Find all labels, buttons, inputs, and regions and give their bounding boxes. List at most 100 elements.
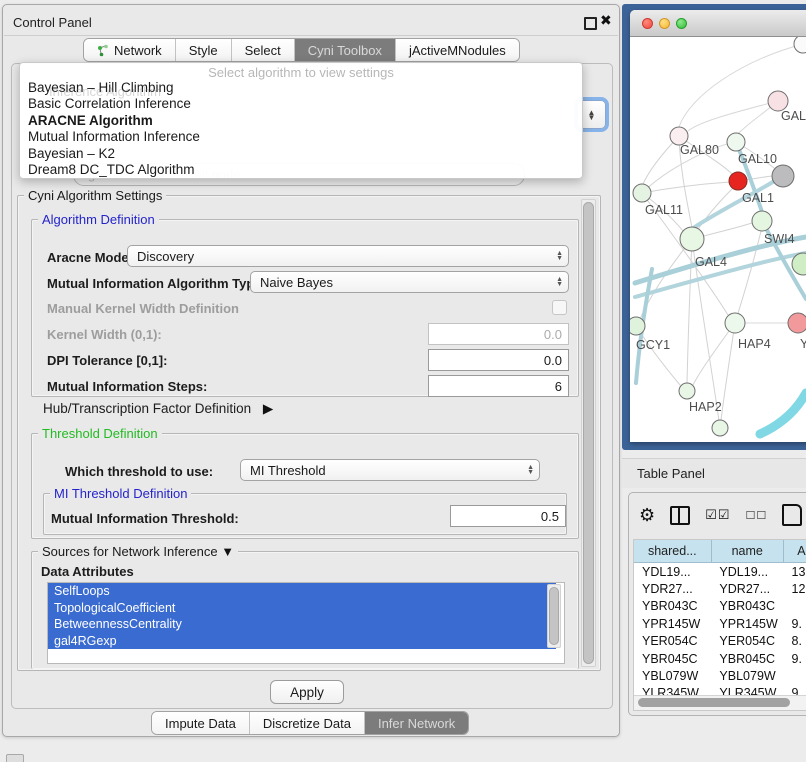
network-node[interactable] — [633, 184, 651, 202]
table-header-row: shared...nameA — [634, 540, 806, 563]
table-row[interactable]: YBR045CYBR045C9. — [634, 650, 806, 667]
tab-label: jActiveMNodules — [409, 43, 506, 58]
tab-label: Select — [245, 43, 281, 58]
bottom-tab-strip: Impute Data Discretize DataInfer Network — [151, 711, 469, 735]
dropdown-item[interactable]: Bayesian – Hill Climbing — [20, 80, 582, 96]
dropdown-item[interactable]: Bayesian – K2 — [20, 146, 582, 162]
table-cell: YDL19... — [711, 563, 783, 580]
hub-section-toggle[interactable]: Hub/Transcription Factor Definition ▶ — [43, 401, 273, 417]
network-node[interactable] — [680, 227, 704, 251]
data-attributes-list[interactable]: SelfLoopsTopologicalCoefficientBetweenne… — [47, 582, 565, 664]
network-node[interactable] — [727, 133, 745, 151]
manual-kernel-checkbox[interactable] — [552, 300, 567, 315]
attribute-item[interactable]: TopologicalCoefficient — [48, 600, 556, 617]
network-node[interactable] — [794, 37, 806, 53]
table-row[interactable]: YDL19...YDL19...13 — [634, 563, 806, 580]
table-cell: YER054C — [711, 633, 783, 650]
tab-style[interactable]: Style — [176, 39, 232, 61]
app-root: Control Panel ✖ Network Style Select Cyni T… — [0, 0, 806, 762]
bottom-tab-impute-data[interactable]: Impute Data — [152, 712, 250, 734]
network-node[interactable] — [725, 313, 745, 333]
tab-network[interactable]: Network — [84, 39, 176, 61]
close-traffic-light-icon[interactable] — [642, 18, 653, 29]
columns-icon[interactable] — [670, 506, 690, 525]
settings-vertical-scrollbar[interactable] — [581, 199, 596, 667]
sources-title[interactable]: Sources for Network Inference ▼ — [38, 544, 238, 559]
kernel-width-label: Kernel Width (0,1): — [47, 327, 162, 342]
dpi-tolerance-field[interactable]: 0.0 — [428, 349, 569, 371]
which-threshold-combo[interactable]: MI Threshold ▲▼ — [240, 459, 540, 481]
table-row[interactable]: YBL079WYBL079W — [634, 667, 806, 684]
close-icon[interactable]: ✖ — [600, 12, 612, 29]
attribute-item[interactable]: gal4RGexp — [48, 633, 556, 650]
dropdown-item[interactable]: Dream8 DC_TDC Algorithm — [20, 162, 582, 178]
table-cell: 9. — [784, 615, 806, 632]
mi-type-label: Mutual Information Algorithm Type: — [47, 276, 266, 291]
network-node[interactable] — [768, 91, 788, 111]
dropdown-item[interactable]: ARACNE Algorithm — [20, 113, 582, 129]
column-header-name[interactable]: name — [712, 540, 784, 562]
new-table-icon[interactable] — [782, 504, 802, 526]
attribute-item[interactable]: SelfLoops — [48, 583, 556, 600]
network-node[interactable] — [729, 172, 747, 190]
table-panel-title: Table Panel — [637, 466, 705, 481]
network-edge — [721, 323, 735, 420]
dropdown-item-list: Bayesian – Hill ClimbingBasic Correlatio… — [20, 80, 582, 178]
tab-label: Style — [189, 43, 218, 58]
bottom-tab-discretize-data[interactable]: Discretize Data — [250, 712, 365, 734]
network-canvas[interactable]: GALGAL80GAL10GAL1GAL11SWI4GAL4GCY1HAP4YH… — [630, 37, 806, 442]
tab-label: Impute Data — [165, 716, 236, 731]
network-node[interactable] — [712, 420, 728, 436]
table-cell: 12 — [784, 580, 806, 597]
mi-threshold-field[interactable]: 0.5 — [450, 505, 566, 527]
hub-section-label: Hub/Transcription Factor Definition — [43, 401, 251, 416]
control-panel-title: Control Panel — [13, 15, 92, 30]
tab-cyni-toolbox[interactable]: Cyni Toolbox — [295, 39, 396, 61]
aracne-mode-combo[interactable]: Discovery ▲▼ — [127, 245, 569, 267]
control-panel-window: Control Panel ✖ Network Style Select Cyni T… — [2, 4, 620, 737]
table-row[interactable]: YDR27...YDR27...12 — [634, 580, 806, 597]
dropdown-item[interactable]: Mutual Information Inference — [20, 129, 582, 145]
manual-kernel-label: Manual Kernel Width Definition — [47, 301, 239, 316]
which-threshold-label: Which threshold to use: — [65, 464, 213, 479]
network-edge — [688, 101, 778, 131]
dropdown-item[interactable]: Basic Correlation Inference — [20, 96, 582, 112]
column-header-a[interactable]: A — [784, 540, 806, 562]
table-cell: 8. — [784, 633, 806, 650]
network-node[interactable] — [772, 165, 794, 187]
kernel-width-field[interactable]: 0.0 — [428, 323, 569, 345]
deselect-checkboxes-icon[interactable]: ☐☐ — [745, 509, 767, 522]
network-node[interactable] — [752, 211, 772, 231]
minimize-traffic-light-icon[interactable] — [659, 18, 670, 29]
network-window-titlebar[interactable] — [630, 10, 806, 37]
float-window-icon[interactable] — [584, 17, 597, 30]
mi-threshold-definition-title: MI Threshold Definition — [50, 486, 191, 501]
network-node-label: GAL1 — [742, 191, 774, 205]
table-horizontal-scrollbar[interactable] — [634, 695, 806, 710]
zoom-traffic-light-icon[interactable] — [676, 18, 687, 29]
tab-jactivemnodules[interactable]: jActiveMNodules — [396, 39, 519, 61]
bottom-tab-infer-network[interactable]: Infer Network — [365, 712, 468, 734]
network-node-label: HAP2 — [689, 400, 722, 414]
data-attributes-label: Data Attributes — [41, 564, 134, 579]
network-node[interactable] — [630, 317, 645, 335]
table-row[interactable]: YPR145WYPR145W9. — [634, 615, 806, 632]
table-cell: YBL079W — [634, 667, 711, 684]
chevron-down-icon: ▼ — [221, 544, 234, 559]
attributes-scrollbar[interactable] — [547, 584, 561, 648]
select-all-checkboxes-icon[interactable]: ☑☑ — [705, 507, 730, 523]
gear-icon[interactable]: ⚙ — [639, 506, 655, 524]
table-cell: YDR27... — [711, 580, 783, 597]
network-edge — [693, 323, 735, 385]
table-row[interactable]: YBR043CYBR043C — [634, 598, 806, 615]
mi-type-combo[interactable]: Naive Bayes ▲▼ — [250, 271, 569, 293]
apply-button[interactable]: Apply — [270, 680, 344, 704]
table-row[interactable]: YER054CYER054C8. — [634, 633, 806, 650]
attribute-item[interactable]: BetweennessCentrality — [48, 616, 556, 633]
tab-select[interactable]: Select — [232, 39, 295, 61]
table-cell: YDL19... — [634, 563, 711, 580]
mi-steps-field[interactable]: 6 — [428, 375, 569, 397]
network-node[interactable] — [788, 313, 806, 333]
column-header-shared[interactable]: shared... — [634, 540, 712, 562]
network-node[interactable] — [679, 383, 695, 399]
